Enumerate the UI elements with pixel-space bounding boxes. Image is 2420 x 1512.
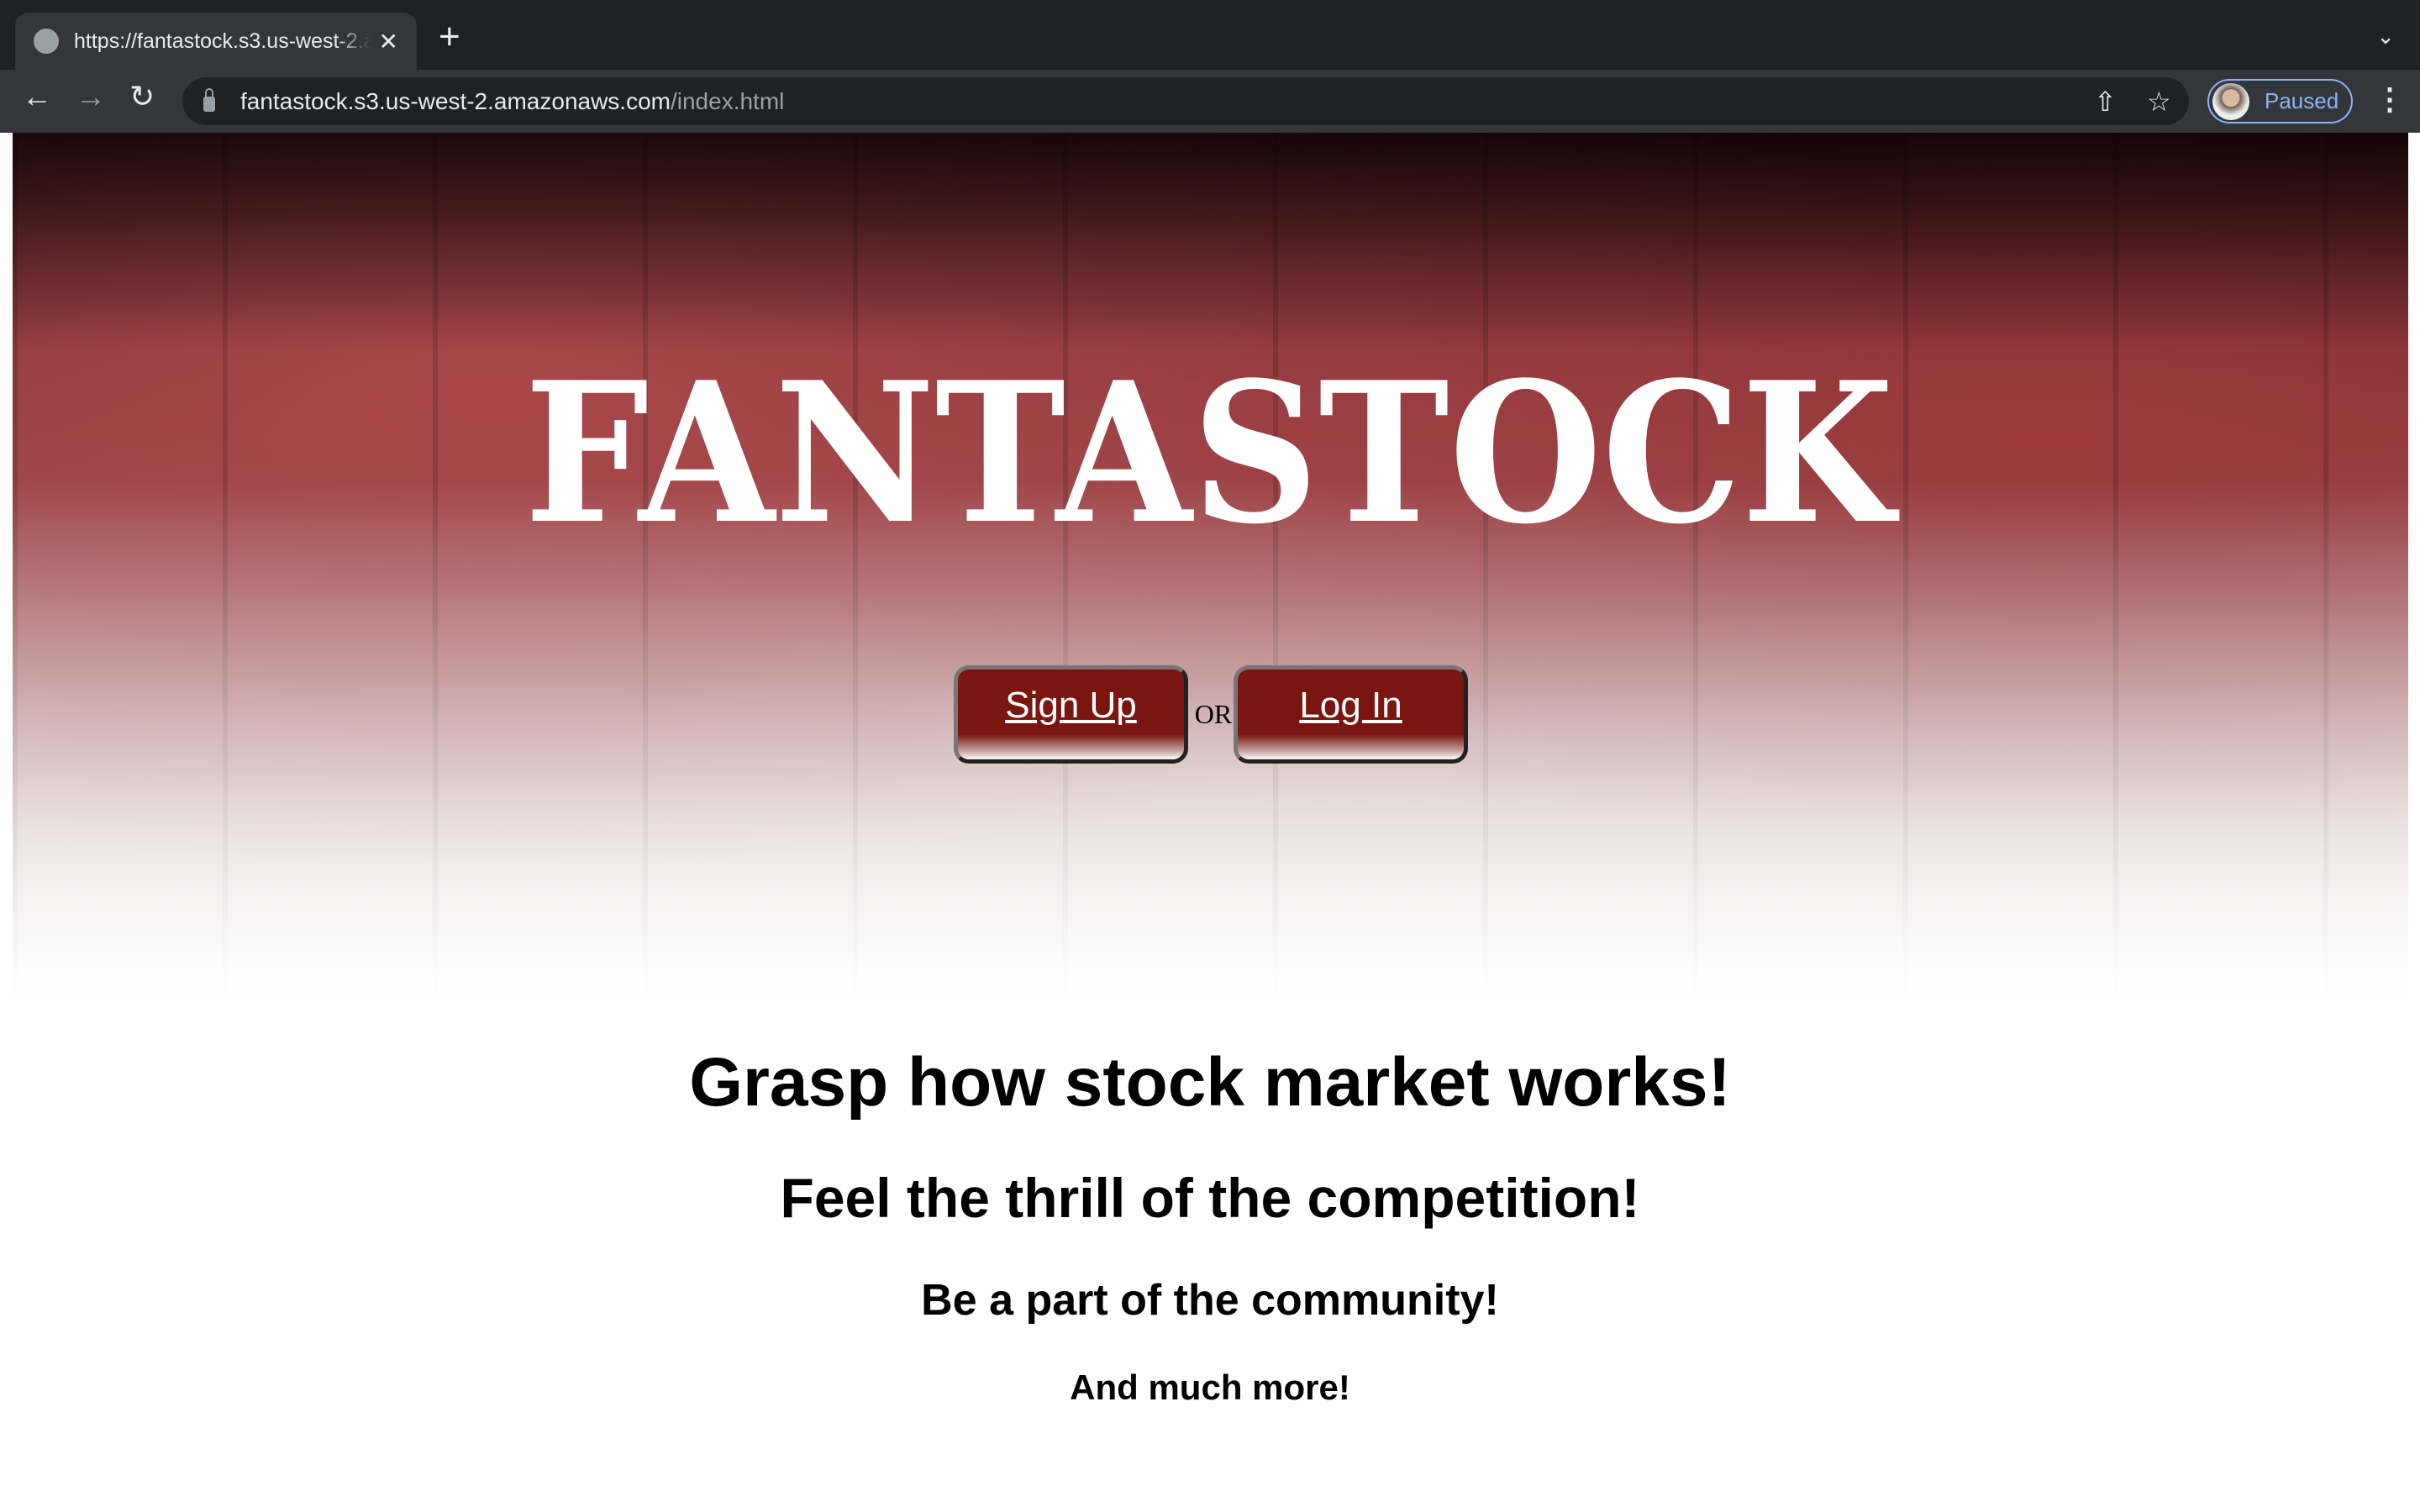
sign-up-button[interactable]: Sign Up [954,665,1188,764]
chevron-down-icon[interactable]: ⌄ [2376,24,2395,50]
globe-icon [34,29,59,54]
tab-strip: https://fantastock.s3.us-west-2.amazonaw… [0,0,2420,70]
lock-icon [203,87,215,112]
reload-icon[interactable]: ↻ [129,81,155,112]
browser-toolbar: ← → ↻ fantastock.s3.us-west-2.amazonaws.… [0,70,2420,133]
back-icon[interactable]: ← [22,81,52,112]
new-tab-button[interactable]: + [439,18,460,55]
logo-text: FANTASTOCK [524,370,1899,538]
avatar [2212,82,2249,120]
log-in-button[interactable]: Log In [1234,665,1468,764]
close-tab-icon[interactable]: ✕ [379,28,398,55]
or-label: OR [1194,699,1233,729]
fantastock-logo: FANTASTOCK [524,370,1899,538]
tagline-2: Feel the thrill of the competition! [780,1167,1640,1229]
profile-status: Paused [2265,88,2339,113]
star-icon[interactable]: ☆ [2147,86,2171,118]
forward-icon[interactable]: → [76,81,106,112]
profile-button[interactable]: Paused [2207,79,2353,123]
url-path: /index.html [670,87,785,114]
hero-banner [13,133,2408,1003]
tagline-4: And much more! [1070,1368,1350,1407]
tagline-3: Be a part of the community! [921,1276,1499,1325]
url-host: fantastock.s3.us-west-2.amazonaws.com [240,87,671,114]
tab-title: https://fantastock.s3.us-west-2.amazonaw… [74,29,371,53]
browser-tab[interactable]: https://fantastock.s3.us-west-2.amazonaw… [15,13,417,70]
share-icon[interactable]: ⇧ [2094,86,2117,118]
menu-dots-icon[interactable]: ⋮ [2375,81,2405,117]
address-bar[interactable]: fantastock.s3.us-west-2.amazonaws.com/in… [182,77,2189,125]
tagline-1: Grasp how stock market works! [689,1044,1731,1121]
